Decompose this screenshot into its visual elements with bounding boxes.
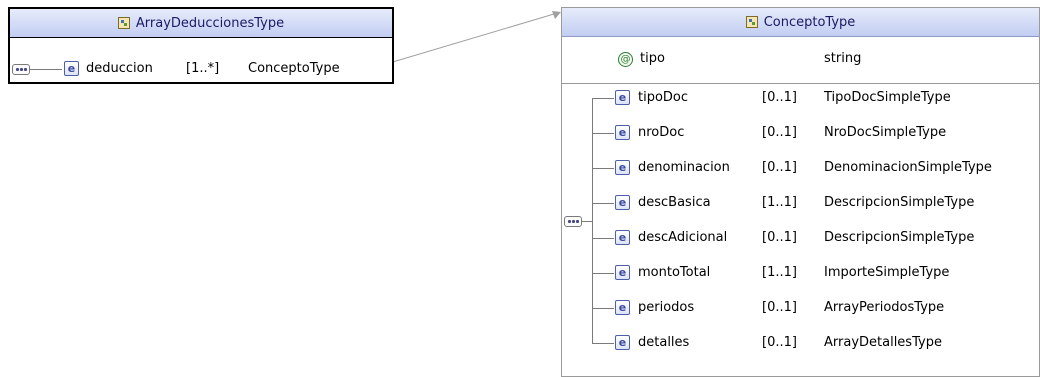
tree-branch [592,203,614,204]
box-header: ConceptoType [562,8,1039,37]
tree-branch [592,168,614,169]
tree-branch [592,133,614,134]
element-cardinality: [0..1] [762,160,797,175]
tree-branch [592,343,614,344]
box-header: ArrayDeduccionesType [10,9,392,38]
element-name[interactable]: montoTotal [638,265,710,280]
element-name[interactable]: tipoDoc [638,90,688,105]
tree-branch [592,308,614,309]
element-name[interactable]: deduccion [86,61,153,76]
element-type: ImporteSimpleType [824,265,950,280]
element-cardinality: [1..1] [762,265,797,280]
element-type: DescripcionSimpleType [824,230,975,245]
tree-branch [592,273,614,274]
element-cardinality: [0..1] [762,300,797,315]
element-icon: e [615,300,630,315]
element-cardinality: [1..*] [186,61,220,76]
type-title: ConceptoType [763,14,856,30]
element-name[interactable]: periodos [638,300,694,315]
element-cardinality: [0..1] [762,90,797,105]
element-name[interactable]: denominacion [638,160,730,175]
attribute-name[interactable]: tipo [640,51,665,66]
element-type: ArrayPeriodosType [824,300,945,315]
element-icon: e [64,61,79,76]
tree-branch [592,98,614,99]
element-icon: e [615,230,630,245]
type-title: ArrayDeduccionesType [135,15,285,31]
element-cardinality: [0..1] [762,125,797,140]
element-type: TipoDocSimpleType [824,90,951,105]
tree-connector [582,221,592,222]
element-name[interactable]: descAdicional [638,230,727,245]
tree-connector [30,69,62,70]
element-icon: e [615,125,630,140]
element-icon: e [615,160,630,175]
sequence-icon[interactable] [12,64,30,75]
element-icon: e [615,195,630,210]
element-cardinality: [1..1] [762,195,797,210]
element-icon: e [615,265,630,280]
element-cardinality: [0..1] [762,335,797,350]
element-type: NroDocSimpleType [824,125,947,140]
sequence-icon[interactable] [564,216,582,227]
element-name[interactable]: descBasica [638,195,711,210]
tree-branch [592,238,614,239]
element-icon: e [615,335,630,350]
concepto-type-box[interactable]: ConceptoType @ tipo string e tipoDoc [0.… [561,7,1040,377]
attribute-type: string [824,51,862,66]
element-type: DenominacionSimpleType [824,160,992,175]
attributes-section: @ tipo string [562,37,1039,84]
element-type: DescripcionSimpleType [824,195,975,210]
complex-type-icon [745,16,758,28]
attribute-icon: @ [618,52,633,67]
element-type: ArrayDetallesType [824,335,942,350]
element-type: ConceptoType [248,61,340,76]
array-deducciones-type-box[interactable]: ArrayDeduccionesType e deduccion [1..*] … [8,7,394,84]
element-cardinality: [0..1] [762,230,797,245]
element-name[interactable]: nroDoc [638,125,684,140]
tree-trunk [592,98,593,343]
element-icon: e [615,90,630,105]
complex-type-icon [117,17,130,29]
divider [10,37,392,38]
element-name[interactable]: detalles [638,335,689,350]
